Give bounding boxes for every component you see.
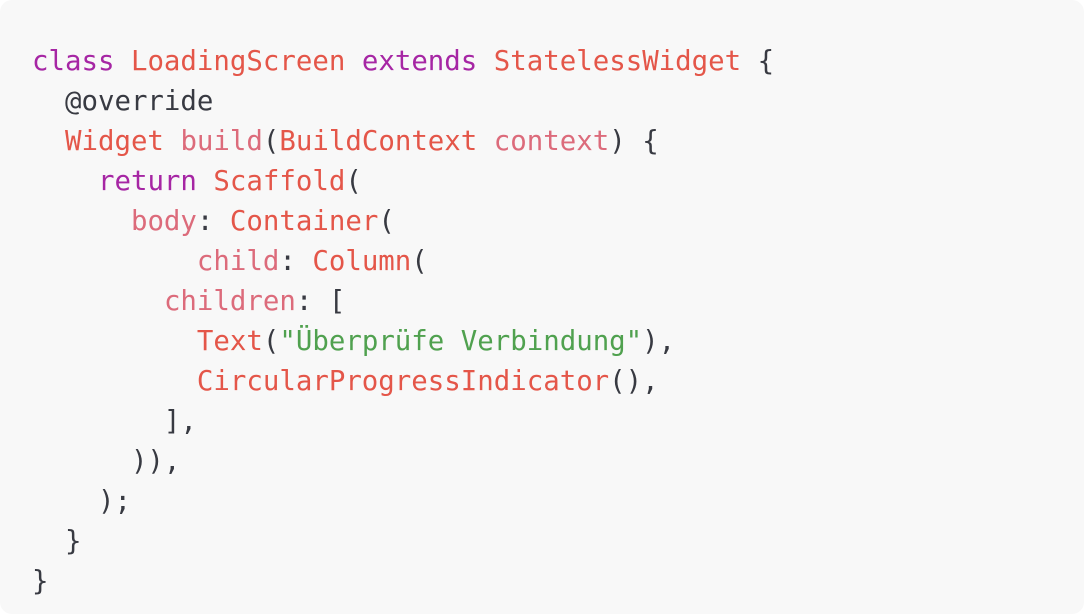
code-line: } [32,522,1084,562]
code-line: body: Container( [32,202,1084,242]
code-token: Scaffold [213,166,346,197]
code-token: child [196,246,280,277]
code-token: : [ [295,286,346,317]
code-token: @override [32,86,214,117]
code-line: )), [32,442,1084,482]
code-token: } [32,526,82,557]
code-token: CircularProgressIndicator [196,366,610,397]
code-token: Container [229,206,379,237]
code-token: StatelessWidget [493,46,742,77]
code-line: } [32,562,1084,602]
code-token: "Überprüfe Verbindung" [279,326,643,357]
code-token: extends [361,46,478,77]
code-token: return [97,166,197,197]
code-token: } [32,566,49,597]
code-token: ], [32,406,197,437]
code-line: ); [32,482,1084,522]
code-line: children: [ [32,282,1084,322]
code-token: { [741,46,775,77]
code-token: ( [378,206,395,237]
code-token: Text [196,326,263,357]
code-token: BuildContext [279,126,478,157]
code-token: LoadingScreen [130,46,346,77]
code-lines: class LoadingScreen extends StatelessWid… [32,42,1084,602]
code-token: Widget [64,126,164,157]
code-token: Column [312,246,412,277]
code-line: CircularProgressIndicator(), [32,362,1084,402]
code-token: )), [32,446,181,477]
code-line: Widget build(BuildContext context) { [32,122,1084,162]
code-token: : [279,246,313,277]
code-line: return Scaffold( [32,162,1084,202]
code-token: ) { [609,126,659,157]
code-token: body [130,206,197,237]
code-token: (), [609,366,659,397]
code-line: child: Column( [32,242,1084,282]
code-token: ); [32,486,131,517]
code-line: @override [32,82,1084,122]
code-token: : [196,206,230,237]
code-block: class LoadingScreen extends StatelessWid… [0,0,1084,614]
code-token: class [32,46,115,77]
code-token: children [163,286,296,317]
code-token: ( [262,326,280,357]
code-line: Text("Überprüfe Verbindung"), [32,322,1084,362]
code-token: ( [345,166,362,197]
code-token: ( [411,246,428,277]
code-token: ), [642,326,676,357]
code-token: context [493,126,610,157]
code-line: class LoadingScreen extends StatelessWid… [32,42,1084,82]
code-line: ], [32,402,1084,442]
code-token: ( [262,126,280,157]
code-token: build [180,126,263,157]
